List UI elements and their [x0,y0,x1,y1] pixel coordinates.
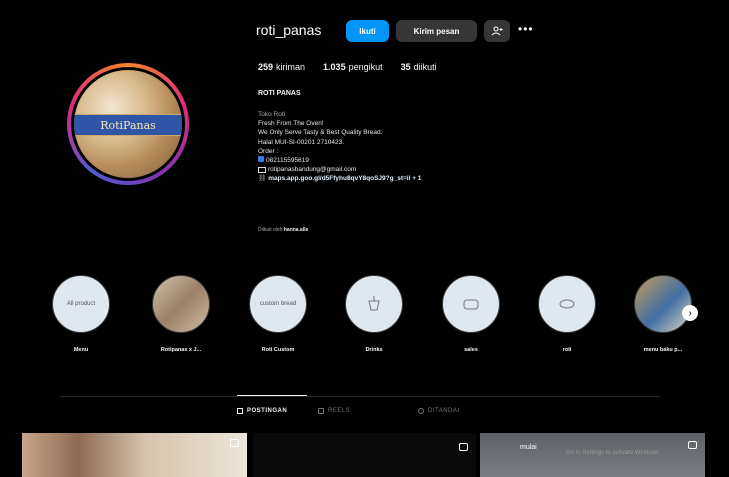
highlight-drinks[interactable]: Drinks [344,275,404,353]
highlight-cover [442,275,500,333]
profile-category: Toko Roti [258,111,286,118]
bio-line: We Only Serve Tasty & Best Quality Bread… [258,129,383,137]
highlight-rotipanas-x[interactable]: Rotipanas x J... [151,275,211,353]
tabs-divider [60,396,660,397]
bio-line: Fresh From The Oven! [258,120,324,128]
carousel-icon [230,439,239,447]
highlight-sales[interactable]: sales [441,275,501,353]
carousel-icon [459,443,468,451]
link-icon: ⛓ [258,175,267,183]
profile-link[interactable]: maps.app.goo.gl/d5Ffyhu8qvY8qoSJ9?g_st=i… [268,175,421,182]
highlight-label: menu baku p... [643,347,683,353]
chevron-right-icon[interactable]: › [682,305,698,321]
post-overlay-text: mulai [520,444,537,451]
highlight-label: Drinks [365,347,383,353]
following-stat[interactable]: 35 diikuti [401,62,437,72]
add-user-icon [491,26,503,36]
tagged-icon [418,408,424,414]
bio-email-line: rotipanasbandung@gmail.com [258,165,421,174]
posts-stat: 259 kiriman [258,62,306,72]
active-tab-indicator [237,395,307,396]
avatar-image: RotiPanas [74,70,182,178]
highlight-roti[interactable]: roti [537,275,597,353]
highlight-label: Rotipanas x J... [160,347,202,353]
highlight-label: sales [464,347,478,353]
highlight-label: roti [562,347,572,353]
bread-icon [559,299,575,309]
highlight-cover [538,275,596,333]
highlight-label: Roti Custom [261,347,295,353]
add-user-button[interactable] [484,20,510,42]
profile-username: roti_panas [256,22,322,38]
reels-icon [318,408,324,414]
bio-phone-line: 082115595619 [258,156,421,165]
highlight-cover [152,275,210,333]
windows-activation-watermark: Go to Settings to activate Windows [566,450,660,456]
phone-icon [258,156,264,163]
highlight-menu[interactable]: All product Menu [51,275,111,353]
more-options-icon[interactable]: ••• [518,22,534,36]
highlight-cover [345,275,403,333]
tab-posts[interactable]: POSTINGAN [237,408,287,414]
profile-full-name: ROTI PANAS [258,90,301,97]
drink-icon [368,296,380,311]
send-message-button[interactable]: Kirim pesan [396,20,477,42]
post-thumbnail[interactable] [22,433,247,477]
follow-button[interactable]: Ikuti [346,20,389,42]
tab-reels[interactable]: REELS [318,408,350,414]
profile-stats: 259 kiriman 1.035 pengikut 35 diikuti [258,62,437,72]
followers-stat[interactable]: 1.035 pengikut [323,62,383,72]
bio-link-line[interactable]: ⛓ maps.app.goo.gl/d5Ffyhu8qvY8qoSJ9?g_st=… [258,174,421,183]
highlight-label: Menu [73,347,89,353]
avatar-logo-text: RotiPanas [74,114,182,136]
grid-icon [237,408,243,414]
tab-tagged[interactable]: DITANDAI [418,408,460,414]
highlight-cover [634,275,692,333]
followed-by[interactable]: Diikuti oleh hanna.alle [258,227,308,233]
bio-line: Order : [258,147,279,155]
highlight-roti-custom[interactable]: custom bread Roti Custom [248,275,308,353]
highlight-cover: custom bread [249,275,307,333]
profile-avatar[interactable]: RotiPanas [67,63,189,185]
post-thumbnail[interactable] [253,433,476,477]
profile-bio: Toko Roti Fresh From The Oven! We Only S… [258,110,421,184]
carousel-icon [688,441,697,449]
bio-line: Halal MUI-SI-00201 2710423. [258,138,344,146]
envelope-icon [258,166,266,173]
highlight-cover: All product [52,275,110,333]
bread-icon [463,299,479,310]
